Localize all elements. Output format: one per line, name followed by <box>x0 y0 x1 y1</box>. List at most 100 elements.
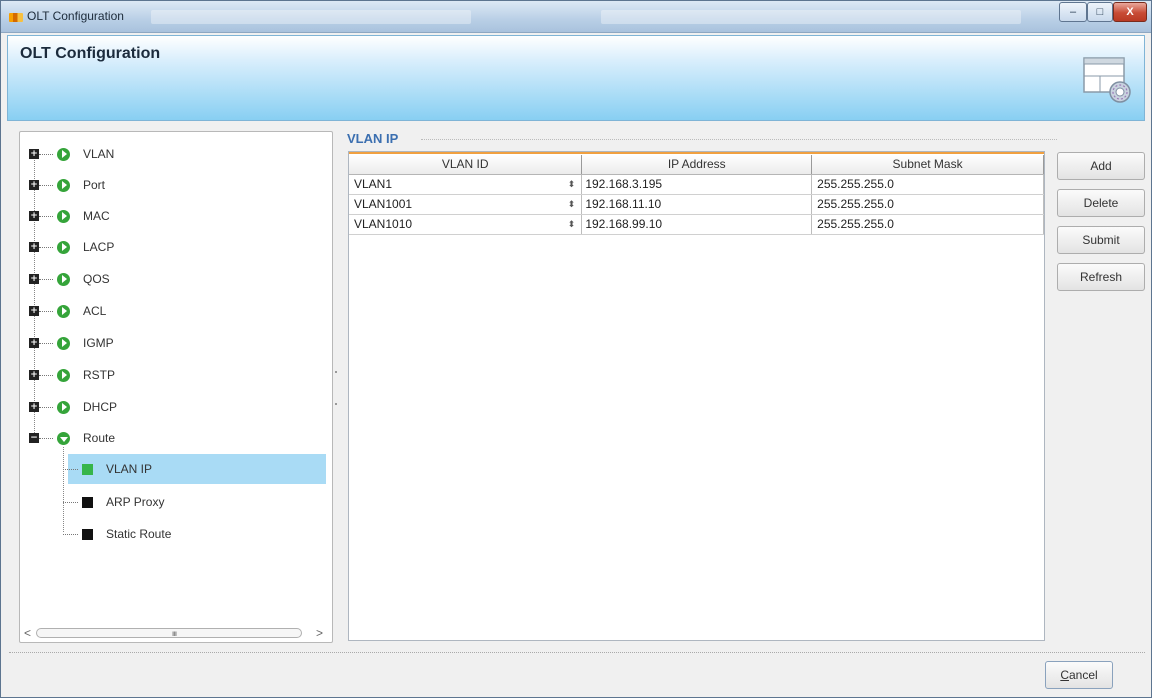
subnet-mask-cell[interactable]: 255.255.255.0 <box>811 194 1044 215</box>
title-bar-decoration <box>151 10 471 24</box>
node-arrow-icon <box>57 400 70 414</box>
scrollbar-thumb[interactable]: IIIIII <box>36 628 302 638</box>
delete-button[interactable]: Delete <box>1057 189 1145 217</box>
maximize-button[interactable]: □ <box>1087 2 1113 22</box>
tree-item-label: Route <box>83 431 116 445</box>
tree-item-vlan[interactable]: + VLAN <box>20 139 330 169</box>
spinner-icon[interactable]: ⬍ <box>568 219 582 229</box>
tree-item-route[interactable]: − Route <box>20 423 330 453</box>
node-arrow-icon <box>57 240 70 254</box>
node-arrow-icon <box>57 272 70 286</box>
tree-item-static-route[interactable]: Static Route <box>63 519 326 549</box>
leaf-node-icon <box>82 528 93 540</box>
table-row[interactable]: VLAN1001 ⬍ 192.168.11.10 255.255.255.0 <box>349 194 1044 215</box>
tree-connector <box>63 501 78 503</box>
tree-guide-line <box>63 447 64 532</box>
window-settings-icon <box>1083 57 1131 103</box>
minimize-button[interactable]: – <box>1059 2 1087 22</box>
expand-icon[interactable]: + <box>29 274 39 284</box>
vlan-id-value: VLAN1001 <box>354 197 413 211</box>
tree-item-vlan-ip[interactable]: VLAN IP <box>63 454 326 484</box>
tree-item-igmp[interactable]: + IGMP <box>20 328 330 358</box>
tree-connector <box>39 246 53 248</box>
vlan-id-cell[interactable]: VLAN1 ⬍ <box>349 174 583 195</box>
expand-icon[interactable]: + <box>29 149 39 159</box>
expand-icon[interactable]: + <box>29 306 39 316</box>
tree-item-mac[interactable]: + MAC <box>20 201 330 231</box>
cancel-button[interactable]: Cancel <box>1045 661 1113 689</box>
page-title: OLT Configuration <box>20 45 161 62</box>
tree-connector <box>39 310 53 312</box>
tree-item-acl[interactable]: + ACL <box>20 296 330 326</box>
footer-divider <box>9 652 1145 653</box>
expand-icon[interactable]: + <box>29 211 39 221</box>
column-header-ip-address[interactable]: IP Address <box>581 155 813 175</box>
expand-icon[interactable]: + <box>29 370 39 380</box>
tree-item-label: RSTP <box>83 368 116 382</box>
splitter-handle[interactable] <box>335 371 337 373</box>
tree-item-label: ACL <box>83 304 107 318</box>
tree-item-rstp[interactable]: + RSTP <box>20 360 330 390</box>
tree-connector <box>39 342 53 344</box>
horizontal-scrollbar[interactable]: < IIIIII > <box>22 626 330 640</box>
tree-connector <box>39 374 53 376</box>
expand-icon[interactable]: + <box>29 180 39 190</box>
cancel-mnemonic: C <box>1060 668 1069 682</box>
close-button[interactable]: X <box>1113 2 1147 22</box>
submit-button[interactable]: Submit <box>1057 226 1145 254</box>
tree-connector <box>39 215 53 217</box>
table-row[interactable]: VLAN1010 ⬍ 192.168.99.10 255.255.255.0 <box>349 214 1044 235</box>
tree-item-arp-proxy[interactable]: ARP Proxy <box>63 487 326 517</box>
table-accent-bar <box>349 152 1044 154</box>
collapse-icon[interactable]: − <box>29 433 39 443</box>
title-bar[interactable]: OLT Configuration – □ X <box>1 1 1151 33</box>
tree-item-label: ARP Proxy <box>106 495 165 509</box>
tree-item-lacp[interactable]: + LACP <box>20 232 330 262</box>
expand-icon[interactable]: + <box>29 402 39 412</box>
header-banner: OLT Configuration <box>7 35 1145 121</box>
subnet-mask-cell[interactable]: 255.255.255.0 <box>811 174 1044 195</box>
vlan-id-cell[interactable]: VLAN1010 ⬍ <box>349 214 583 235</box>
tree-connector <box>39 406 53 408</box>
config-tree-panel[interactable]: + VLAN + Port + MAC + LACP + QOS + ACL +… <box>19 131 333 643</box>
column-header-vlan-id[interactable]: VLAN ID <box>349 155 583 175</box>
vlan-ip-table[interactable]: VLAN ID IP Address Subnet Mask VLAN1 ⬍ 19… <box>348 151 1045 641</box>
expand-icon[interactable]: + <box>29 338 39 348</box>
subnet-mask-cell[interactable]: 255.255.255.0 <box>811 214 1044 235</box>
tree-connector <box>63 468 78 470</box>
tree-connector <box>39 153 53 155</box>
node-arrow-icon <box>57 178 70 192</box>
ip-address-cell[interactable]: 192.168.11.10 <box>581 194 813 215</box>
olt-configuration-window: OLT Configuration – □ X OLT Configuratio… <box>0 0 1152 698</box>
scroll-right-icon[interactable]: > <box>316 626 323 640</box>
spinner-icon[interactable]: ⬍ <box>568 199 582 209</box>
title-bar-decoration <box>601 10 1021 24</box>
scroll-left-icon[interactable]: < <box>24 626 31 640</box>
column-header-subnet-mask[interactable]: Subnet Mask <box>811 155 1044 175</box>
tree-item-dhcp[interactable]: + DHCP <box>20 392 330 422</box>
spinner-icon[interactable]: ⬍ <box>568 179 582 189</box>
tree-connector <box>39 184 53 186</box>
tree-item-label: LACP <box>83 240 115 254</box>
vlan-id-cell[interactable]: VLAN1001 ⬍ <box>349 194 583 215</box>
leaf-node-icon <box>82 463 93 475</box>
tree-item-label: IGMP <box>83 336 114 350</box>
section-divider <box>421 139 1057 140</box>
tree-connector <box>39 437 53 439</box>
ip-address-cell[interactable]: 192.168.99.10 <box>581 214 813 235</box>
refresh-button[interactable]: Refresh <box>1057 263 1145 291</box>
expand-icon[interactable]: + <box>29 242 39 252</box>
node-arrow-icon <box>57 336 70 350</box>
tree-connector <box>63 533 78 535</box>
node-arrow-icon <box>57 368 70 382</box>
tree-item-qos[interactable]: + QOS <box>20 264 330 294</box>
ip-address-cell[interactable]: 192.168.3.195 <box>581 174 813 195</box>
tree-item-port[interactable]: + Port <box>20 170 330 200</box>
add-button[interactable]: Add <box>1057 152 1145 180</box>
splitter-handle[interactable] <box>335 403 337 405</box>
tree-item-label: Port <box>83 178 106 192</box>
tree-item-label: VLAN <box>83 147 115 161</box>
table-row[interactable]: VLAN1 ⬍ 192.168.3.195 255.255.255.0 <box>349 174 1044 195</box>
scrollbar-grip-icon: IIIIII <box>172 632 177 638</box>
node-arrow-icon <box>57 147 70 161</box>
